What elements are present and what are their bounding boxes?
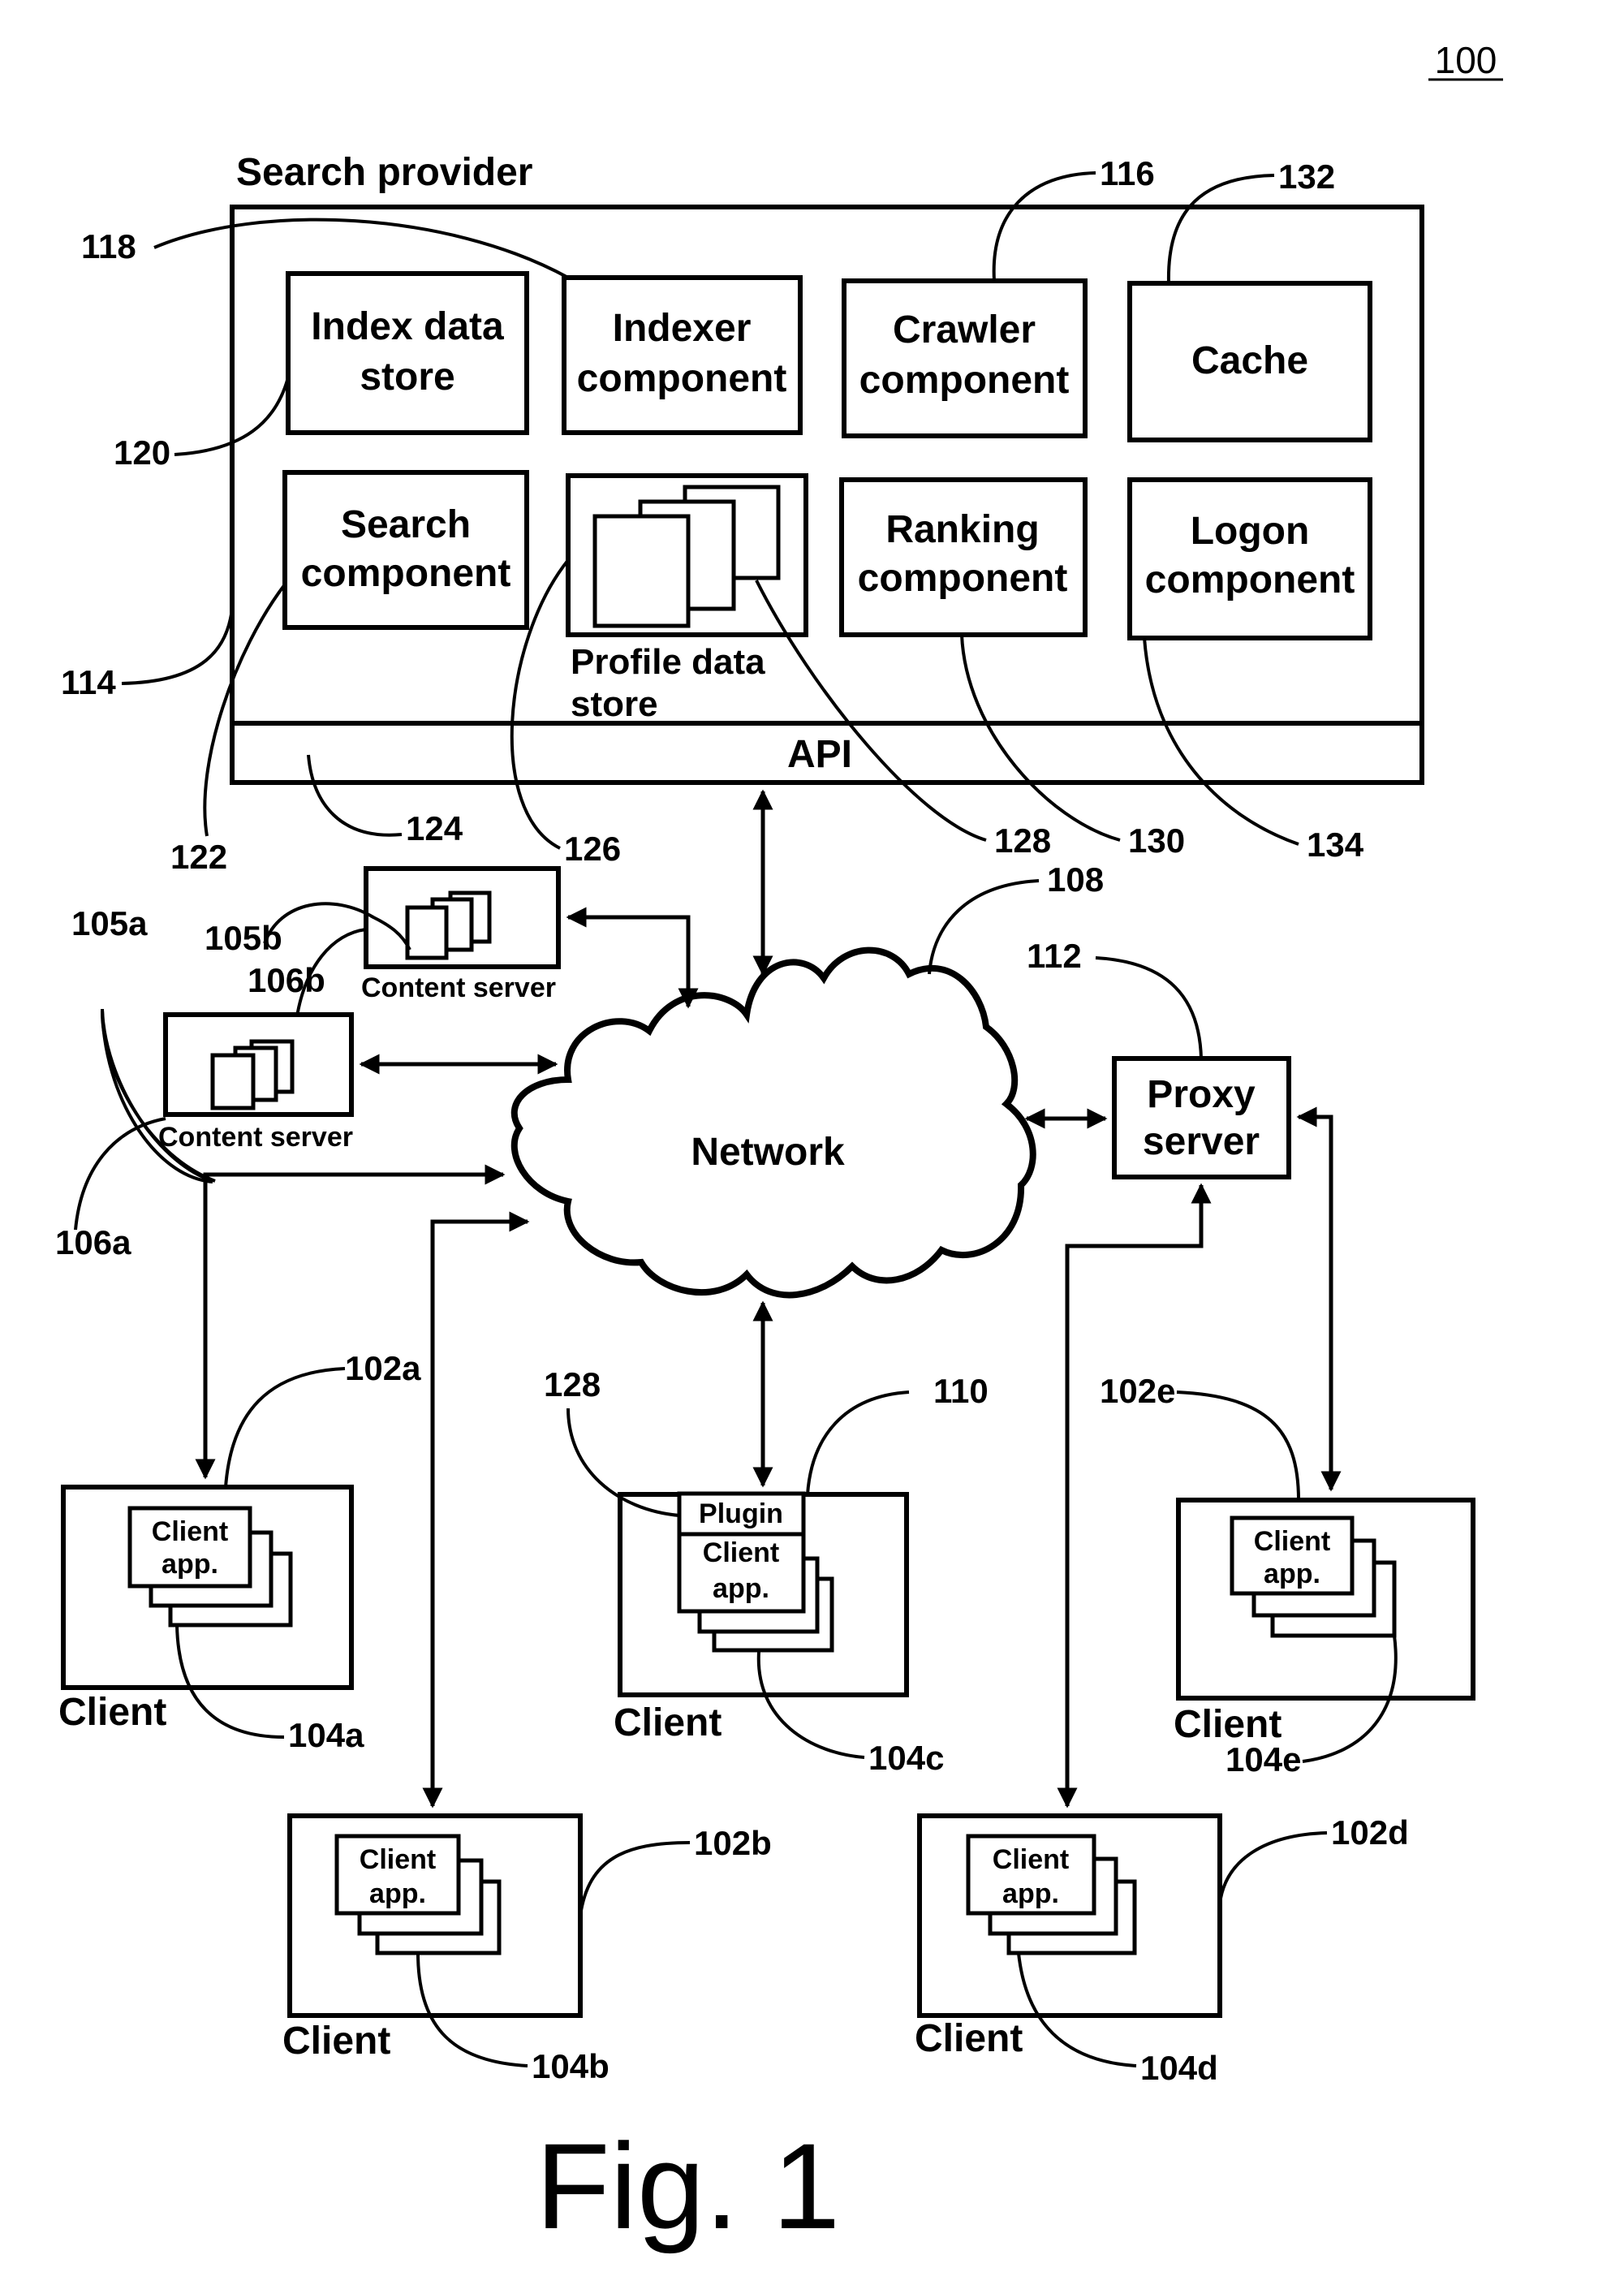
ref-132: 132 [1278, 157, 1335, 196]
content-server-b-connector [566, 907, 699, 1009]
search-component-box: Search component [282, 470, 529, 630]
ref-104e: 104e [1226, 1740, 1301, 1778]
svg-text:app.: app. [369, 1878, 426, 1909]
ref-102a: 102a [345, 1349, 421, 1387]
ref-114: 114 [61, 663, 116, 701]
ref-106b: 106b [248, 961, 325, 999]
ref-134: 134 [1307, 826, 1364, 864]
index-data-store-box: Index data store [286, 271, 529, 435]
svg-text:app.: app. [1264, 1559, 1320, 1589]
ref-124: 124 [406, 809, 463, 847]
svg-text:Ranking: Ranking [885, 508, 1039, 551]
ref-128: 128 [994, 821, 1051, 860]
svg-text:Cache: Cache [1191, 339, 1308, 382]
svg-text:Crawler: Crawler [893, 308, 1036, 351]
network-label: Network [691, 1131, 845, 1174]
ref-108: 108 [1047, 860, 1104, 899]
svg-text:component: component [577, 357, 787, 400]
ref-110: 110 [933, 1372, 989, 1410]
svg-text:component: component [301, 552, 511, 595]
svg-text:Client: Client [1254, 1526, 1330, 1557]
client-label: Client [614, 1701, 722, 1744]
ref-112: 112 [1027, 937, 1082, 975]
content-page-icon [210, 1053, 256, 1110]
ref-126: 126 [564, 830, 621, 868]
svg-text:component: component [859, 359, 1070, 402]
svg-text:Index data: Index data [311, 305, 504, 348]
ref-120: 120 [114, 433, 170, 472]
network-cloud: Network 108 [510, 860, 1104, 1299]
ref-104c: 104c [868, 1739, 944, 1777]
svg-text:Client: Client [360, 1844, 436, 1875]
svg-text:Proxy: Proxy [1147, 1073, 1256, 1116]
client-label: Client [282, 2020, 390, 2063]
client-a: Client app. Client 102a 104a [58, 1349, 421, 1754]
svg-text:app.: app. [713, 1573, 769, 1604]
content-server-label: Content server [158, 1122, 353, 1153]
patent-figure: 100 Search provider API Index data store… [55, 39, 1503, 2254]
svg-text:Logon: Logon [1191, 510, 1310, 553]
cache-box: Cache [1127, 281, 1372, 442]
profile-page-icon [592, 514, 691, 628]
ranking-component-box: Ranking component [839, 477, 1088, 637]
ref-104d: 104d [1140, 2049, 1218, 2087]
svg-text:app.: app. [162, 1549, 218, 1580]
client-e-connector [1296, 1106, 1342, 1492]
ref-102d: 102d [1331, 1813, 1409, 1852]
svg-text:Client: Client [703, 1537, 779, 1568]
content-server-label: Content server [361, 972, 556, 1003]
api-label: API [787, 733, 852, 776]
svg-text:server: server [1143, 1120, 1260, 1163]
cloud-icon [510, 946, 1036, 1299]
client-d: Client app. Client 102d 104d [915, 1813, 1409, 2087]
figure-caption: Fig. 1 [536, 2118, 840, 2254]
ref-104b: 104b [532, 2047, 610, 2085]
content-server-b: Content server 105b 106b [205, 866, 561, 1022]
svg-text:Client: Client [152, 1516, 228, 1547]
figure-number: 100 [1435, 39, 1497, 81]
svg-text:Client: Client [993, 1844, 1069, 1875]
client-label: Client [915, 2017, 1023, 2060]
indexer-component-box: Indexer component [562, 275, 803, 435]
svg-text:Search: Search [341, 503, 471, 546]
search-provider-title: Search provider [236, 151, 532, 194]
client-label: Client [58, 1691, 166, 1734]
ref-128-plugin: 128 [544, 1365, 601, 1403]
ref-102e: 102e [1100, 1372, 1175, 1410]
svg-text:store: store [360, 356, 454, 399]
svg-text:component: component [858, 557, 1068, 600]
ref-105a: 105a [71, 904, 148, 942]
client-b: Client app. Client 102b 104b [282, 1813, 772, 2085]
svg-text:Profile data: Profile data [571, 642, 765, 682]
ref-106a: 106a [55, 1223, 131, 1261]
svg-text:Indexer: Indexer [613, 307, 752, 350]
search-provider: Search provider API Index data store Ind… [230, 151, 1424, 785]
svg-text:store: store [571, 684, 658, 724]
ref-104a: 104a [288, 1716, 364, 1754]
ref-102b: 102b [694, 1824, 772, 1862]
proxy-server: Proxy server 112 [1027, 937, 1291, 1179]
client-b-connector [422, 1211, 530, 1809]
ref-130: 130 [1128, 821, 1185, 860]
crawler-component-box: Crawler component [842, 278, 1088, 438]
client-c: Plugin Client app. Client 110 128 104c [544, 1365, 989, 1777]
svg-text:Plugin: Plugin [699, 1498, 783, 1529]
ref-118: 118 [81, 227, 136, 265]
ref-122: 122 [170, 838, 227, 876]
ref-105b: 105b [205, 919, 282, 957]
ref-116: 116 [1100, 154, 1155, 192]
content-page-icon [405, 905, 449, 960]
logon-component-box: Logon component [1127, 477, 1372, 640]
svg-text:component: component [1145, 558, 1355, 601]
client-e: Client app. Client 102e 104e [1100, 1372, 1475, 1778]
svg-text:app.: app. [1002, 1878, 1059, 1909]
